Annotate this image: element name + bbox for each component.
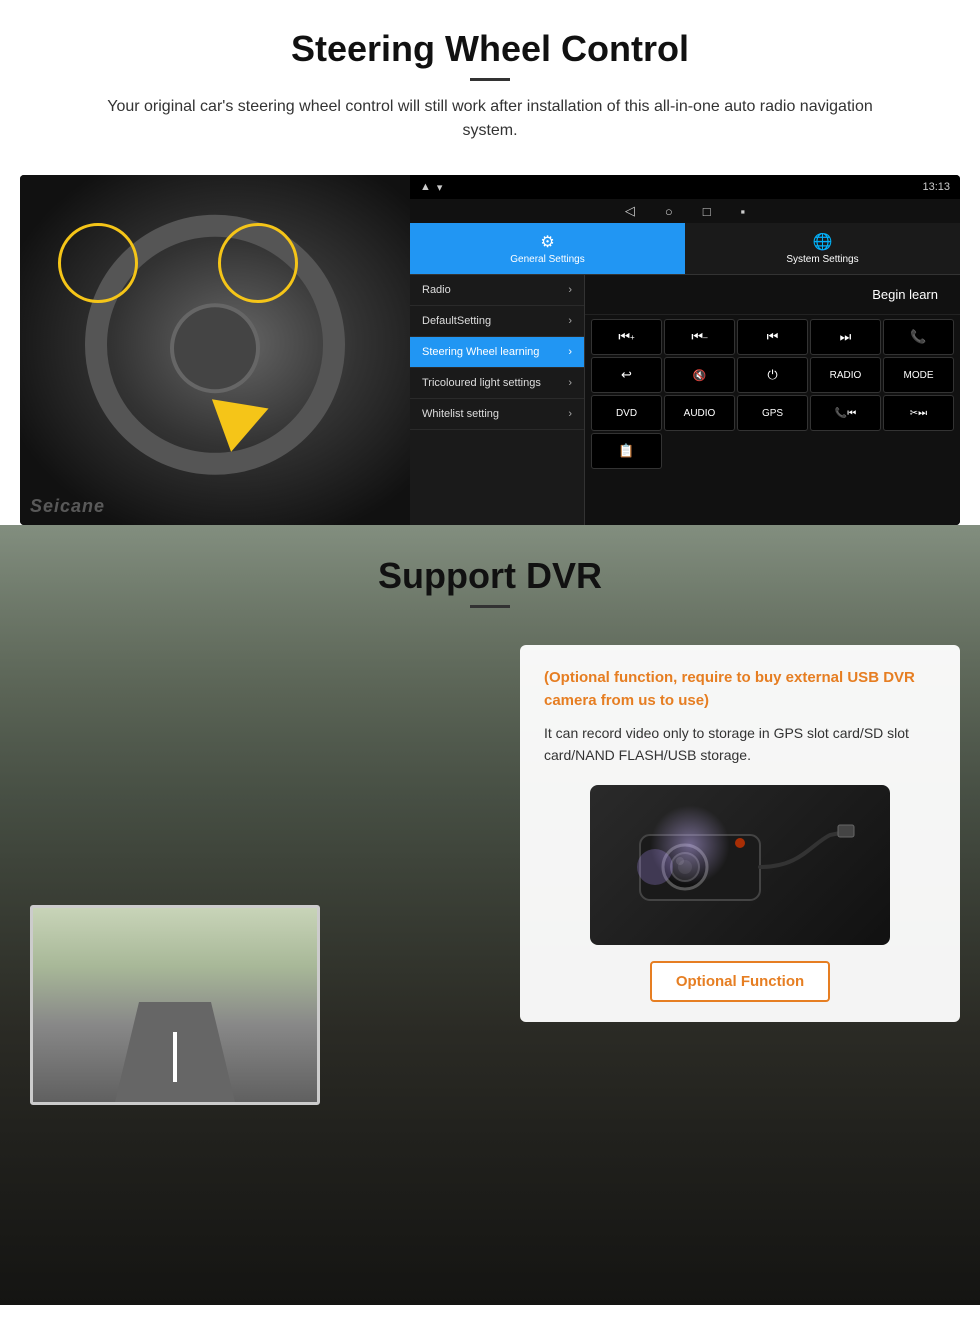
- steering-wheel-image: Seicane: [20, 175, 410, 525]
- ctrl-vol-down[interactable]: ⏮–: [664, 319, 735, 355]
- dvr-body-text: It can record video only to storage in G…: [544, 722, 936, 767]
- ctrl-mute[interactable]: 🔇: [664, 357, 735, 393]
- wheel-hub: [170, 303, 260, 393]
- wifi-icon: ▾: [437, 181, 443, 194]
- menu-radio-label: Radio: [422, 284, 451, 296]
- ctrl-vol-up[interactable]: ⏮+: [591, 319, 662, 355]
- general-settings-icon: ⚙: [540, 232, 554, 252]
- dvr-inset-screenshot: [30, 905, 320, 1105]
- settings-body: Radio › DefaultSetting › Steering Wheel …: [410, 275, 960, 525]
- android-status-bar: ▲ ▾ 13:13: [410, 175, 960, 199]
- status-time: 13:13: [922, 181, 950, 193]
- menu-nav-icon[interactable]: ▪: [741, 204, 746, 219]
- watermark: Seicane: [30, 496, 105, 517]
- camera-svg: [610, 795, 870, 935]
- ctrl-gps[interactable]: GPS: [737, 395, 808, 431]
- menu-radio[interactable]: Radio ›: [410, 275, 584, 306]
- inset-road-line: [173, 1032, 177, 1082]
- control-buttons-grid: ⏮+ ⏮– ⏮ ⏭ 📞 ↩ 🔇 ⏻ RADIO MODE DVD AUDIO: [585, 315, 960, 473]
- title-divider: [470, 78, 510, 81]
- menu-whitelist[interactable]: Whitelist setting ›: [410, 399, 584, 430]
- android-nav-bar: ◁ ○ □ ▪: [410, 199, 960, 223]
- steering-title-area: Steering Wheel Control Your original car…: [0, 0, 980, 175]
- ctrl-cut-next[interactable]: ✂⏭: [883, 395, 954, 431]
- ctrl-power[interactable]: ⏻: [737, 357, 808, 393]
- android-ui: ▲ ▾ 13:13 ◁ ○ □ ▪ ⚙ General Settings 🌐: [410, 175, 960, 525]
- dvr-camera-illustration: [590, 785, 890, 945]
- menu-radio-chevron: ›: [568, 284, 572, 296]
- begin-learn-button[interactable]: Begin learn: [864, 283, 946, 306]
- ctrl-phone-prev[interactable]: 📞⏮: [810, 395, 881, 431]
- menu-steering-chevron: ›: [568, 346, 572, 358]
- dvr-title: Support DVR: [40, 555, 940, 597]
- system-settings-icon: 🌐: [813, 232, 833, 252]
- optional-function-button[interactable]: Optional Function: [650, 961, 830, 1002]
- back-nav-icon[interactable]: ◁: [625, 203, 635, 219]
- menu-default-setting[interactable]: DefaultSetting ›: [410, 306, 584, 337]
- dvr-info-card: (Optional function, require to buy exter…: [520, 645, 960, 1022]
- signal-icon: ▲: [420, 181, 431, 193]
- dvr-camera-area: [544, 785, 936, 945]
- menu-default-label: DefaultSetting: [422, 315, 491, 327]
- menu-whitelist-label: Whitelist setting: [422, 408, 499, 420]
- dvr-section: Support DVR (Optional function, require …: [0, 525, 980, 1305]
- general-settings-label: General Settings: [510, 254, 585, 265]
- menu-whitelist-chevron: ›: [568, 408, 572, 420]
- steering-title: Steering Wheel Control: [40, 28, 940, 70]
- controls-panel: Begin learn ⏮+ ⏮– ⏮ ⏭ 📞 ↩ 🔇 ⏻ RADIO: [585, 275, 960, 525]
- dvr-optional-notice: (Optional function, require to buy exter…: [544, 667, 936, 712]
- menu-tricoloured[interactable]: Tricoloured light settings ›: [410, 368, 584, 399]
- settings-menu: Radio › DefaultSetting › Steering Wheel …: [410, 275, 585, 525]
- menu-default-chevron: ›: [568, 315, 572, 327]
- ctrl-extra[interactable]: 📋: [591, 433, 662, 469]
- ctrl-phone[interactable]: 📞: [883, 319, 954, 355]
- dvr-title-area: Support DVR: [0, 525, 980, 624]
- camera-light-beam: [650, 805, 730, 885]
- demo-panel: Seicane ▲ ▾ 13:13 ◁ ○ □ ▪ ⚙: [20, 175, 960, 525]
- begin-learn-row: Begin learn: [585, 275, 960, 315]
- menu-steering-wheel-learning[interactable]: Steering Wheel learning ›: [410, 337, 584, 368]
- tab-system-settings[interactable]: 🌐 System Settings: [685, 223, 960, 274]
- system-settings-label: System Settings: [786, 254, 858, 265]
- menu-steering-label: Steering Wheel learning: [422, 346, 539, 358]
- steering-subtitle: Your original car's steering wheel contr…: [80, 95, 900, 143]
- steering-section: Steering Wheel Control Your original car…: [0, 0, 980, 525]
- ctrl-dvd[interactable]: DVD: [591, 395, 662, 431]
- menu-tricoloured-chevron: ›: [568, 377, 572, 389]
- ctrl-mode[interactable]: MODE: [883, 357, 954, 393]
- recents-nav-icon[interactable]: □: [703, 204, 711, 219]
- ctrl-hangup[interactable]: ↩: [591, 357, 662, 393]
- home-nav-icon[interactable]: ○: [665, 204, 673, 219]
- status-left: ▲ ▾: [420, 181, 442, 194]
- settings-tabs: ⚙ General Settings 🌐 System Settings: [410, 223, 960, 275]
- ctrl-next-track[interactable]: ⏭: [810, 319, 881, 355]
- ctrl-audio[interactable]: AUDIO: [664, 395, 735, 431]
- ctrl-prev-track[interactable]: ⏮: [737, 319, 808, 355]
- ctrl-radio[interactable]: RADIO: [810, 357, 881, 393]
- menu-tricoloured-label: Tricoloured light settings: [422, 377, 541, 389]
- tab-general-settings[interactable]: ⚙ General Settings: [410, 223, 685, 274]
- dvr-divider: [470, 605, 510, 608]
